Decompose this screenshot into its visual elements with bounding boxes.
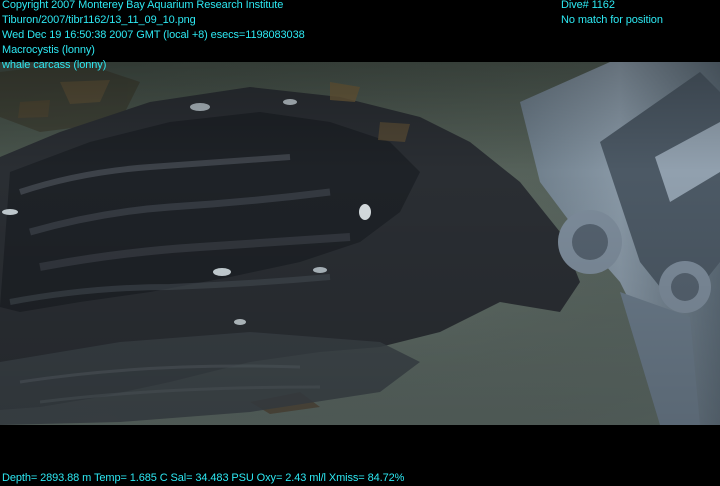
seafloor-scene [0, 62, 720, 425]
overlay-top-right: Dive# 1162 No match for position [561, 0, 663, 28]
overlay-timestamp: Wed Dec 19 16:50:38 2007 GMT (local +8) … [2, 29, 305, 41]
overlay-dive-number: Dive# 1162 [561, 0, 615, 11]
overlay-annotation-2: whale carcass (lonny) [2, 59, 107, 71]
overlay-sensor-readout: Depth= 2893.88 m Temp= 1.685 C Sal= 34.4… [2, 472, 405, 484]
overlay-top-left: Copyright 2007 Monterey Bay Aquarium Res… [2, 0, 305, 73]
overlay-position-status: No match for position [561, 14, 663, 26]
overlay-copyright: Copyright 2007 Monterey Bay Aquarium Res… [2, 0, 284, 11]
video-frame: Copyright 2007 Monterey Bay Aquarium Res… [0, 0, 720, 486]
overlay-annotation-1: Macrocystis (lonny) [2, 44, 95, 56]
overlay-filename: Tiburon/2007/tibr1162/13_11_09_10.png [2, 14, 196, 26]
